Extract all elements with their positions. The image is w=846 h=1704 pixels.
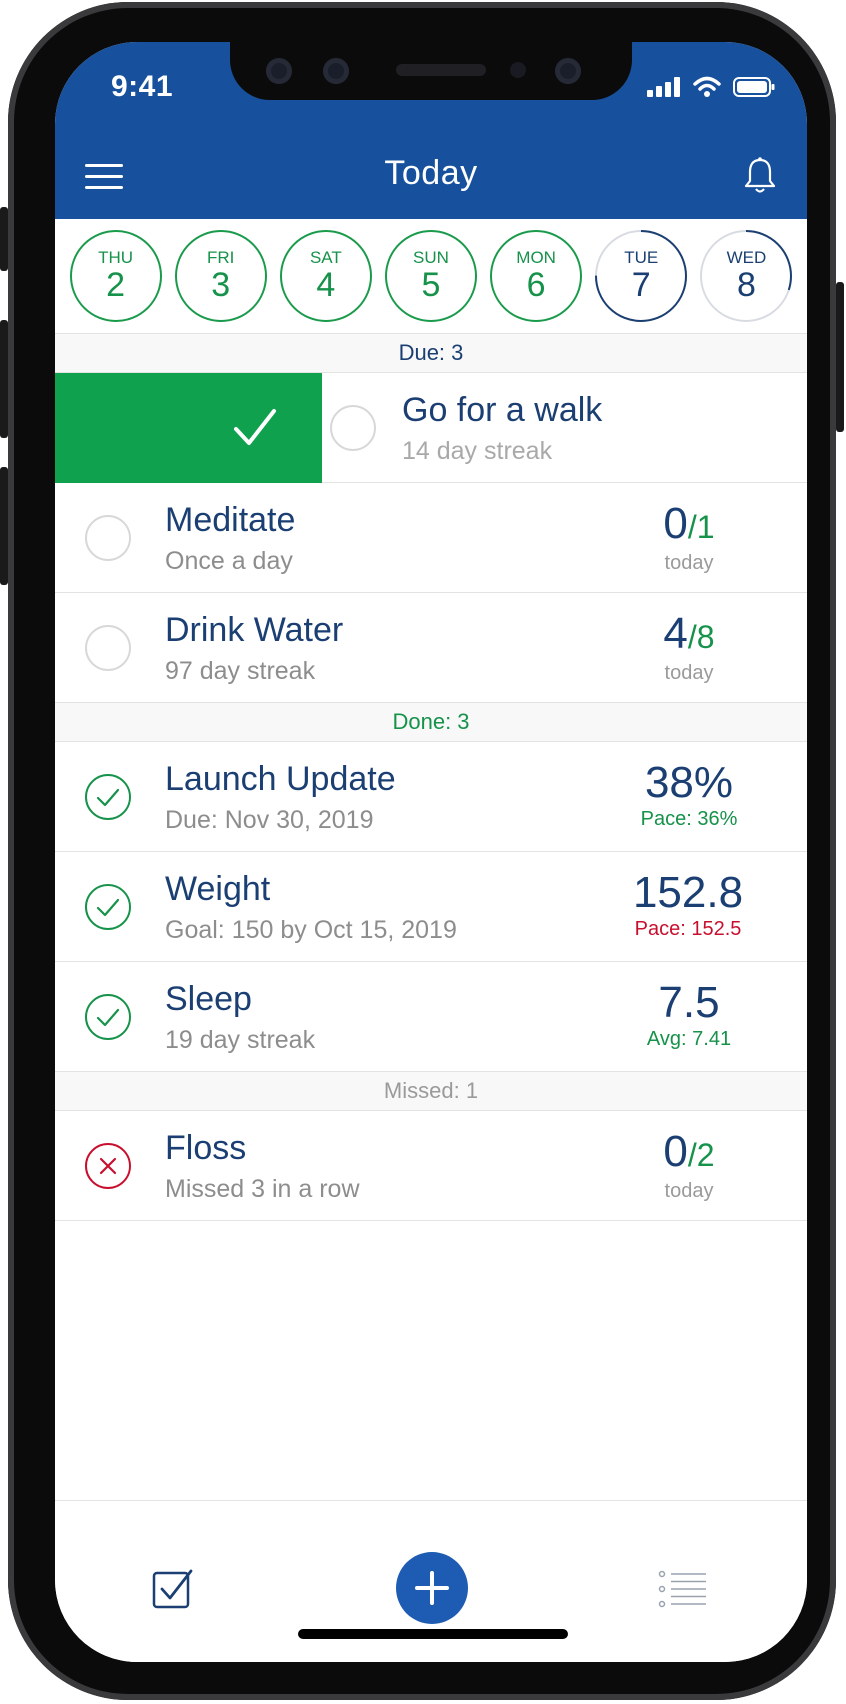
habit-name: Floss	[165, 1129, 247, 1167]
day-name: SUN	[413, 248, 449, 267]
signal-icon	[647, 77, 680, 97]
habit-subtitle: Missed 3 in a row	[165, 1175, 360, 1203]
checkbox-circle[interactable]	[85, 625, 131, 671]
habit-name: Weight	[165, 870, 271, 908]
habit-name: Launch Update	[165, 760, 396, 798]
phone-frame: 9:41 Today THU 2 FRI 3 SAT 4 SUN 5 MON 6…	[0, 2, 844, 1700]
day-tue[interactable]: TUE 7	[595, 230, 688, 322]
list-item[interactable]: Meditate Once a day 0/1 today	[55, 483, 807, 593]
checkbox-circle[interactable]	[85, 515, 131, 561]
bell-icon[interactable]	[743, 156, 777, 196]
habit-subtitle: Goal: 150 by Oct 15, 2019	[165, 916, 457, 944]
value-goal: /1	[687, 509, 715, 545]
day-date: 5	[421, 266, 441, 304]
habit-name: Drink Water	[165, 611, 344, 649]
value-current: 38%	[644, 758, 734, 807]
habit-value: 0/2 today	[609, 1129, 769, 1204]
checkbox-tab-icon[interactable]	[151, 1567, 195, 1611]
day-date: 6	[526, 266, 546, 304]
habit-value: 38% Pace: 36%	[609, 760, 769, 832]
habit-name: Sleep	[165, 980, 252, 1018]
status-icons	[647, 76, 775, 98]
day-wed[interactable]: WED 8	[700, 230, 793, 322]
list-item[interactable]: Drink Water 97 day streak 4/8 today	[55, 593, 807, 703]
value-unit: today	[664, 552, 714, 574]
checkbox-circle[interactable]	[330, 405, 376, 451]
camera-icon	[266, 58, 292, 84]
check-icon[interactable]	[85, 994, 131, 1040]
power-button	[836, 282, 844, 432]
list-item[interactable]: Launch Update Due: Nov 30, 2019 38% Pace…	[55, 742, 807, 852]
value-unit: today	[664, 1180, 714, 1202]
day-thu[interactable]: THU 2	[69, 230, 162, 322]
list-item-swiped[interactable]: Go for a walk 14 day streak	[55, 373, 807, 483]
value-current: 152.8	[632, 868, 744, 917]
habit-value: 0/1 today	[609, 501, 769, 576]
day-fri[interactable]: FRI 3	[174, 230, 267, 322]
camera-icon	[323, 58, 349, 84]
habit-subtitle: Once a day	[165, 547, 293, 575]
day-name: SAT	[309, 248, 342, 267]
home-indicator	[298, 1629, 568, 1639]
day-name: FRI	[207, 248, 235, 267]
status-time: 9:41	[111, 70, 174, 103]
day-date: 4	[316, 266, 336, 304]
value-note: Avg: 7.41	[646, 1028, 732, 1050]
mute-switch	[0, 207, 8, 271]
habit-subtitle: 14 day streak	[402, 437, 553, 465]
x-icon[interactable]	[85, 1143, 131, 1189]
day-progress-ring	[595, 230, 688, 322]
value-goal: /2	[687, 1137, 715, 1173]
speaker-grille	[396, 64, 486, 76]
value-current: 4	[663, 609, 688, 658]
value-note: Pace: 152.5	[634, 918, 742, 940]
value-current: 7.5	[658, 978, 720, 1027]
day-selector: THU 2 FRI 3 SAT 4 SUN 5 MON 6 TUE 7 WED 8	[55, 219, 807, 333]
volume-up-button	[0, 320, 8, 438]
check-icon[interactable]	[85, 774, 131, 820]
volume-down-button	[0, 467, 8, 585]
day-name: MON	[516, 248, 556, 267]
habit-name: Meditate	[165, 501, 296, 539]
day-name: THU	[98, 248, 134, 267]
check-icon[interactable]	[85, 884, 131, 930]
complete-swipe-action[interactable]	[55, 373, 322, 483]
habit-value: 152.8 Pace: 152.5	[593, 870, 783, 942]
section-missed: Missed: 1	[55, 1071, 807, 1111]
sensor-icon	[510, 62, 526, 78]
habit-subtitle: Due: Nov 30, 2019	[165, 806, 374, 834]
day-date: 2	[106, 266, 126, 304]
check-icon	[234, 409, 276, 445]
list-item[interactable]: Weight Goal: 150 by Oct 15, 2019 152.8 P…	[55, 852, 807, 962]
app-header: 9:41 Today	[55, 42, 807, 219]
battery-icon	[733, 77, 775, 97]
page-title: Today	[384, 154, 478, 192]
day-sun[interactable]: SUN 5	[384, 230, 477, 322]
habit-subtitle: 19 day streak	[165, 1026, 316, 1054]
day-mon[interactable]: MON 6	[490, 230, 583, 322]
day-sat[interactable]: SAT 4	[279, 230, 372, 322]
value-current: 0	[663, 1127, 688, 1176]
value-goal: /8	[687, 619, 715, 655]
list-icon[interactable]	[658, 1569, 708, 1609]
section-done: Done: 3	[55, 702, 807, 742]
habit-value: 7.5 Avg: 7.41	[609, 980, 769, 1052]
habit-value: 4/8 today	[609, 611, 769, 686]
add-button[interactable]	[396, 1552, 468, 1624]
section-due: Due: 3	[55, 333, 807, 373]
value-current: 0	[663, 499, 688, 548]
plus-icon	[415, 1571, 449, 1605]
habit-name: Go for a walk	[402, 391, 603, 429]
device-notch	[230, 42, 632, 100]
wifi-icon	[693, 76, 721, 97]
list-item[interactable]: Floss Missed 3 in a row 0/2 today	[55, 1111, 807, 1221]
camera-icon	[555, 58, 581, 84]
day-date: 3	[211, 266, 231, 304]
habit-subtitle: 97 day streak	[165, 657, 316, 685]
value-unit: today	[664, 662, 714, 684]
value-note: Pace: 36%	[640, 808, 738, 830]
app-screen: 9:41 Today THU 2 FRI 3 SAT 4 SUN 5 MON 6…	[55, 42, 807, 1662]
list-item[interactable]: Sleep 19 day streak 7.5 Avg: 7.41	[55, 962, 807, 1072]
day-progress-ring	[700, 230, 793, 322]
